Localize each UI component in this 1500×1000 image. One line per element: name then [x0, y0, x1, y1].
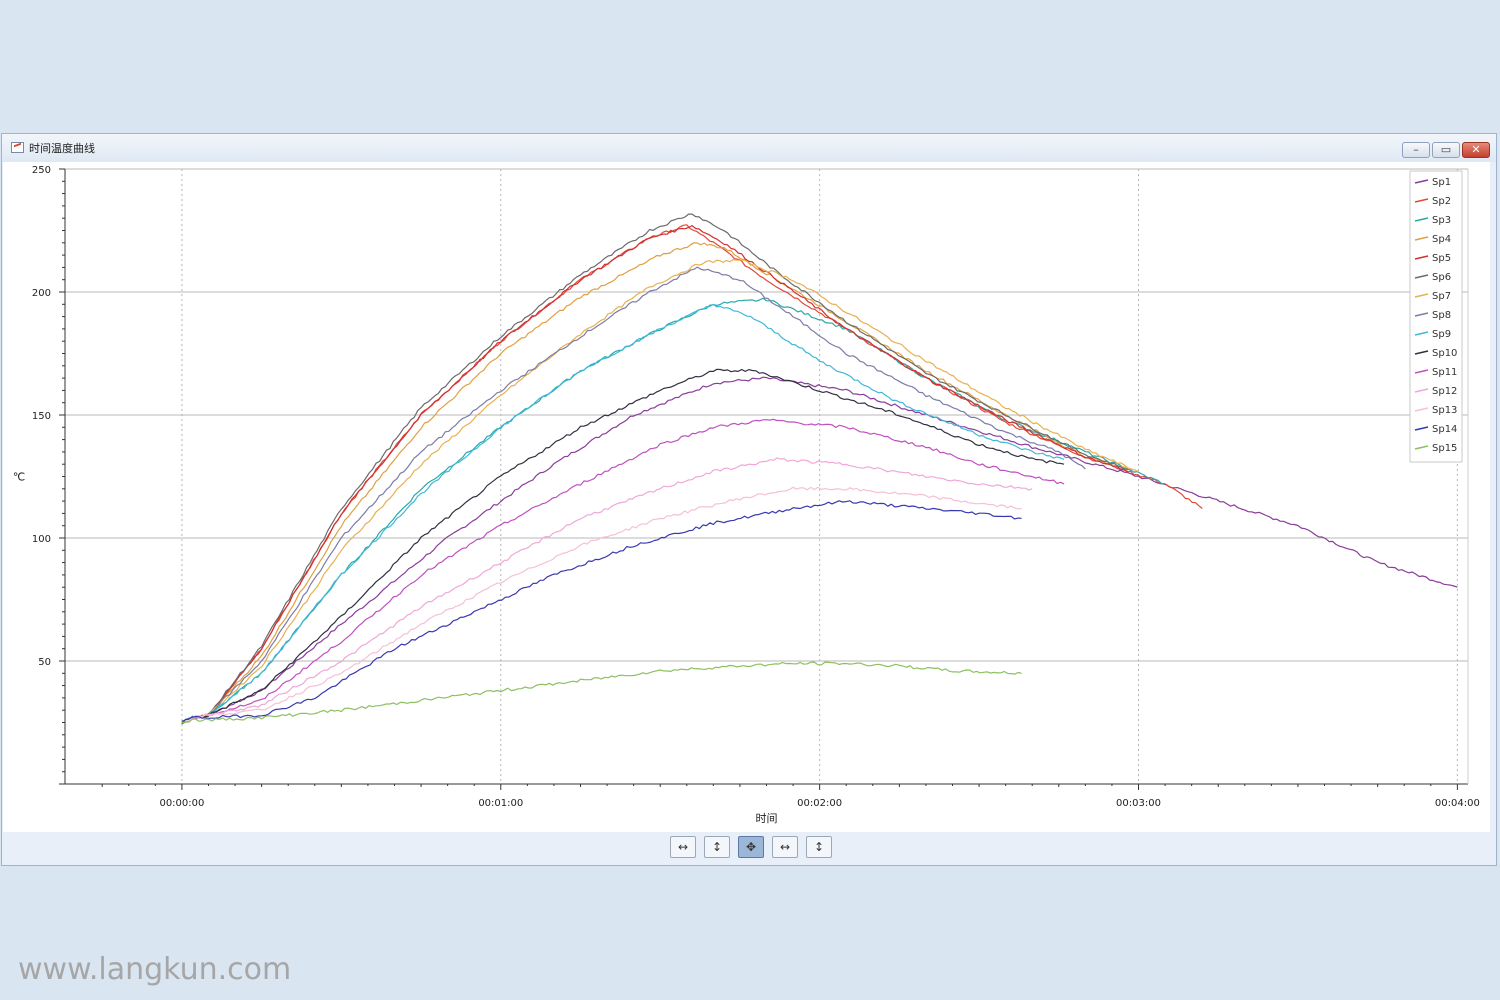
chart-toolbar: ↔ ↕ ✥ ↔ ↕	[2, 832, 1496, 865]
series-line-sp15	[181, 661, 1022, 724]
x-tick-label: 00:00:00	[159, 798, 204, 809]
y-tick-label: 150	[32, 411, 51, 422]
series-line-sp3	[181, 297, 1166, 722]
zoom-horizontal-icon: ↔	[779, 840, 791, 854]
close-button[interactable]: ✕	[1462, 142, 1490, 158]
zoom-horizontal-button[interactable]: ↔	[772, 836, 798, 858]
legend-label-sp2: Sp2	[1432, 196, 1451, 207]
legend-label-sp7: Sp7	[1432, 291, 1451, 302]
series-line-sp13	[181, 486, 1022, 724]
series-line-sp2	[181, 224, 1203, 723]
plot-area[interactable]: 50 100 150 200 250 00:00:00 00:01:00 00:02:00 00…	[3, 162, 1490, 832]
legend-label-sp1: Sp1	[1432, 177, 1451, 188]
y-axis-label: ℃	[13, 471, 25, 484]
series-line-sp4	[181, 242, 1129, 723]
window-title: 时间温度曲线	[29, 142, 95, 155]
legend-label-sp6: Sp6	[1432, 272, 1451, 283]
zoom-vertical-icon: ↕	[813, 840, 825, 854]
legend-label-sp15: Sp15	[1432, 443, 1457, 454]
series-line-sp12	[181, 457, 1033, 725]
legend-label-sp4: Sp4	[1432, 234, 1451, 245]
legend[interactable]: Sp1 Sp2 Sp3 Sp4 Sp5 Sp6 Sp7 Sp8 Sp9 Sp10 Sp11 Sp12 S…	[1409, 170, 1463, 463]
y-tick-label: 200	[32, 288, 51, 299]
zoom-vertical-button[interactable]: ↕	[806, 836, 832, 858]
x-tick-label: 00:03:00	[1116, 798, 1161, 809]
minimize-button[interactable]: –	[1402, 142, 1430, 158]
legend-label-sp8: Sp8	[1432, 310, 1451, 321]
legend-label-sp3: Sp3	[1432, 215, 1451, 226]
chart-window: 时间温度曲线 – ▭ ✕ 50 100 150 200 250 00:00:00 00:01…	[1, 133, 1497, 866]
watermark: www.langkun.com	[18, 952, 292, 987]
axes: 50 100 150 200 250 00:00:00 00:01:00 00:02:00 00…	[13, 165, 1480, 825]
maximize-button[interactable]: ▭	[1432, 142, 1460, 158]
legend-label-sp11: Sp11	[1432, 367, 1457, 378]
chart-app-icon	[11, 142, 24, 153]
series-line-sp5	[181, 225, 1129, 724]
legend-label-sp5: Sp5	[1432, 253, 1451, 264]
line-chart[interactable]: 50 100 150 200 250 00:00:00 00:01:00 00:02:00 00…	[3, 162, 1490, 832]
title-bar[interactable]: 时间温度曲线 – ▭ ✕	[2, 134, 1496, 162]
pan-both-icon: ✥	[745, 840, 757, 854]
legend-label-sp9: Sp9	[1432, 329, 1451, 340]
x-axis-label: 时间	[756, 812, 778, 825]
y-tick-label: 50	[38, 657, 51, 668]
legend-label-sp14: Sp14	[1432, 424, 1457, 435]
pan-vertical-icon: ↕	[711, 840, 723, 854]
x-tick-label: 00:02:00	[797, 798, 842, 809]
series-line-sp8	[181, 266, 1086, 725]
pan-vertical-button[interactable]: ↕	[704, 836, 730, 858]
legend-label-sp10: Sp10	[1432, 348, 1457, 359]
pan-both-button[interactable]: ✥	[738, 836, 764, 858]
legend-label-sp13: Sp13	[1432, 405, 1457, 416]
series-line-sp9	[181, 303, 1065, 724]
y-tick-label: 100	[32, 534, 51, 545]
x-tick-label: 00:04:00	[1435, 798, 1480, 809]
pan-horizontal-button[interactable]: ↔	[670, 836, 696, 858]
x-tick-label: 00:01:00	[478, 798, 523, 809]
series-line-sp14	[181, 500, 1022, 725]
pan-horizontal-icon: ↔	[677, 840, 689, 854]
y-tick-label: 250	[32, 165, 51, 176]
legend-label-sp12: Sp12	[1432, 386, 1457, 397]
